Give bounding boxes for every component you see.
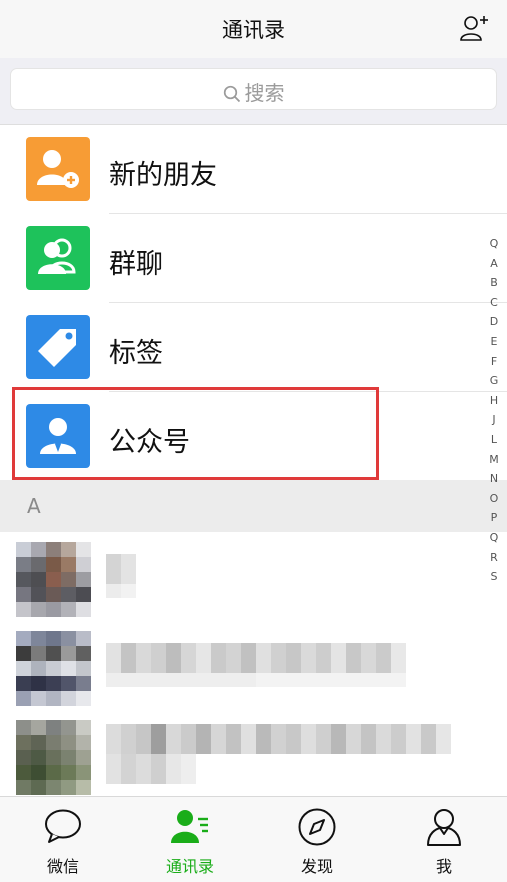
index-letter[interactable]: Q — [486, 234, 502, 254]
tab-bar: 微信 通讯录 发现 我 — [0, 796, 507, 882]
index-letter[interactable]: F — [486, 352, 502, 372]
search-input[interactable]: 搜索 — [10, 68, 497, 110]
index-letter[interactable]: N — [486, 469, 502, 489]
feature-label: 群聊 — [109, 249, 163, 280]
section-header: A — [0, 480, 507, 532]
tab-me[interactable]: 我 — [389, 797, 499, 882]
tab-contacts[interactable]: 通讯录 — [135, 797, 245, 882]
search-placeholder: 搜索 — [244, 81, 285, 105]
feature-new-friends[interactable]: 新的朋友 — [0, 125, 507, 214]
avatar — [16, 631, 91, 706]
index-letter[interactable]: G — [486, 371, 502, 391]
search-area: 搜索 — [0, 58, 507, 124]
person-icon — [427, 809, 461, 846]
tab-label: 我 — [435, 857, 452, 876]
feature-label: 标签 — [109, 338, 163, 369]
tab-discover[interactable]: 发现 — [262, 797, 372, 882]
index-letter[interactable]: P — [486, 508, 502, 528]
index-letter[interactable]: M — [486, 450, 502, 470]
section-letter: A — [27, 494, 41, 518]
feature-tags[interactable]: 标签 — [0, 303, 507, 392]
compass-icon — [298, 808, 336, 846]
contacts-icon — [171, 810, 208, 843]
list-item[interactable] — [0, 621, 507, 710]
index-letter[interactable]: E — [486, 332, 502, 352]
index-letter[interactable]: D — [486, 312, 502, 332]
alphabet-index[interactable]: QABCDEFGHJLMNOPQRS — [486, 234, 502, 587]
contact-name-blurred — [106, 724, 451, 754]
tab-label: 发现 — [300, 857, 333, 876]
add-friend-icon[interactable] — [459, 14, 489, 42]
index-letter[interactable]: L — [486, 430, 502, 450]
list-item[interactable] — [0, 710, 507, 796]
index-letter[interactable]: O — [486, 489, 502, 509]
contact-name-blurred — [106, 554, 136, 584]
feature-group-chat[interactable]: 群聊 — [0, 214, 507, 303]
avatar — [16, 542, 91, 617]
highlight-box — [12, 387, 379, 480]
top-bar: 通讯录 — [0, 0, 507, 58]
index-letter[interactable]: S — [486, 567, 502, 587]
index-letter[interactable]: H — [486, 391, 502, 411]
avatar — [16, 720, 91, 795]
list-item[interactable] — [0, 532, 507, 621]
new-friend-icon — [26, 137, 90, 201]
index-letter[interactable]: Q — [486, 528, 502, 548]
index-letter[interactable]: J — [486, 410, 502, 430]
group-chat-icon — [26, 226, 90, 290]
index-letter[interactable]: A — [486, 254, 502, 274]
contact-name-blurred — [106, 643, 406, 673]
tab-chats[interactable]: 微信 — [8, 797, 118, 882]
index-letter[interactable]: B — [486, 273, 502, 293]
index-letter[interactable]: R — [486, 548, 502, 568]
feature-label: 新的朋友 — [109, 160, 217, 191]
tab-label: 微信 — [46, 857, 79, 876]
chat-bubble-icon — [45, 809, 81, 843]
tab-label: 通讯录 — [165, 857, 214, 876]
contact-list — [0, 532, 507, 796]
page-title: 通讯录 — [222, 18, 285, 42]
search-icon — [223, 85, 240, 103]
index-letter[interactable]: C — [486, 293, 502, 313]
tag-icon — [26, 315, 90, 379]
